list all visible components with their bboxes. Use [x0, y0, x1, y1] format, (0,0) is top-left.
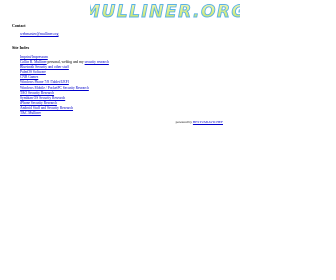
site-index-link[interactable]: Bluetooth Security and other stuff	[20, 65, 69, 69]
site-index-list: Imprint/Impressum Collin R. Mulliner pers…	[20, 55, 109, 116]
site-index-link[interactable]: CNR Games	[20, 75, 38, 79]
site-index-link[interactable]: Imprint/Impressum	[20, 55, 48, 59]
site-index-link[interactable]: Android Stuff and Security Research	[20, 106, 73, 110]
site-index-item: T&C Mulliner	[20, 111, 109, 116]
powered-by-label: powered by	[175, 120, 193, 124]
powered-by-link[interactable]: BESTUMIAVICHEF	[193, 120, 223, 124]
site-index-link[interactable]: Collin R. Mulliner	[20, 60, 47, 64]
contact-heading: Contact	[12, 23, 26, 28]
site-index-item-text: personal, weblog and my	[46, 60, 85, 65]
mulliner-logo[interactable]: MULLINER.ORG	[90, 0, 240, 22]
site-index-link[interactable]: PalmOS Software	[20, 70, 46, 74]
powered-by: powered by BESTUMIAVICHEF	[176, 120, 223, 125]
site-index-link[interactable]: Windows Phone 7/8 /Tablet/UEFI	[20, 80, 69, 84]
site-index-link[interactable]: Symbian OS Security Research	[20, 96, 65, 100]
site-index-heading: Site Index	[12, 45, 30, 50]
logo-text: MULLINER.ORG	[90, 2, 240, 22]
site-index-link[interactable]: security research	[85, 60, 109, 64]
contact-email-link[interactable]: webmaster@mulliner.org	[20, 32, 59, 37]
site-index-link[interactable]: T&C Mulliner	[20, 111, 41, 115]
site-index-link[interactable]: iPhone Security Research	[20, 101, 57, 105]
site-index-link[interactable]: Windows Mobile / PocketPC Security Resea…	[20, 86, 89, 90]
site-index-link[interactable]: TAO Security Research	[20, 91, 54, 95]
